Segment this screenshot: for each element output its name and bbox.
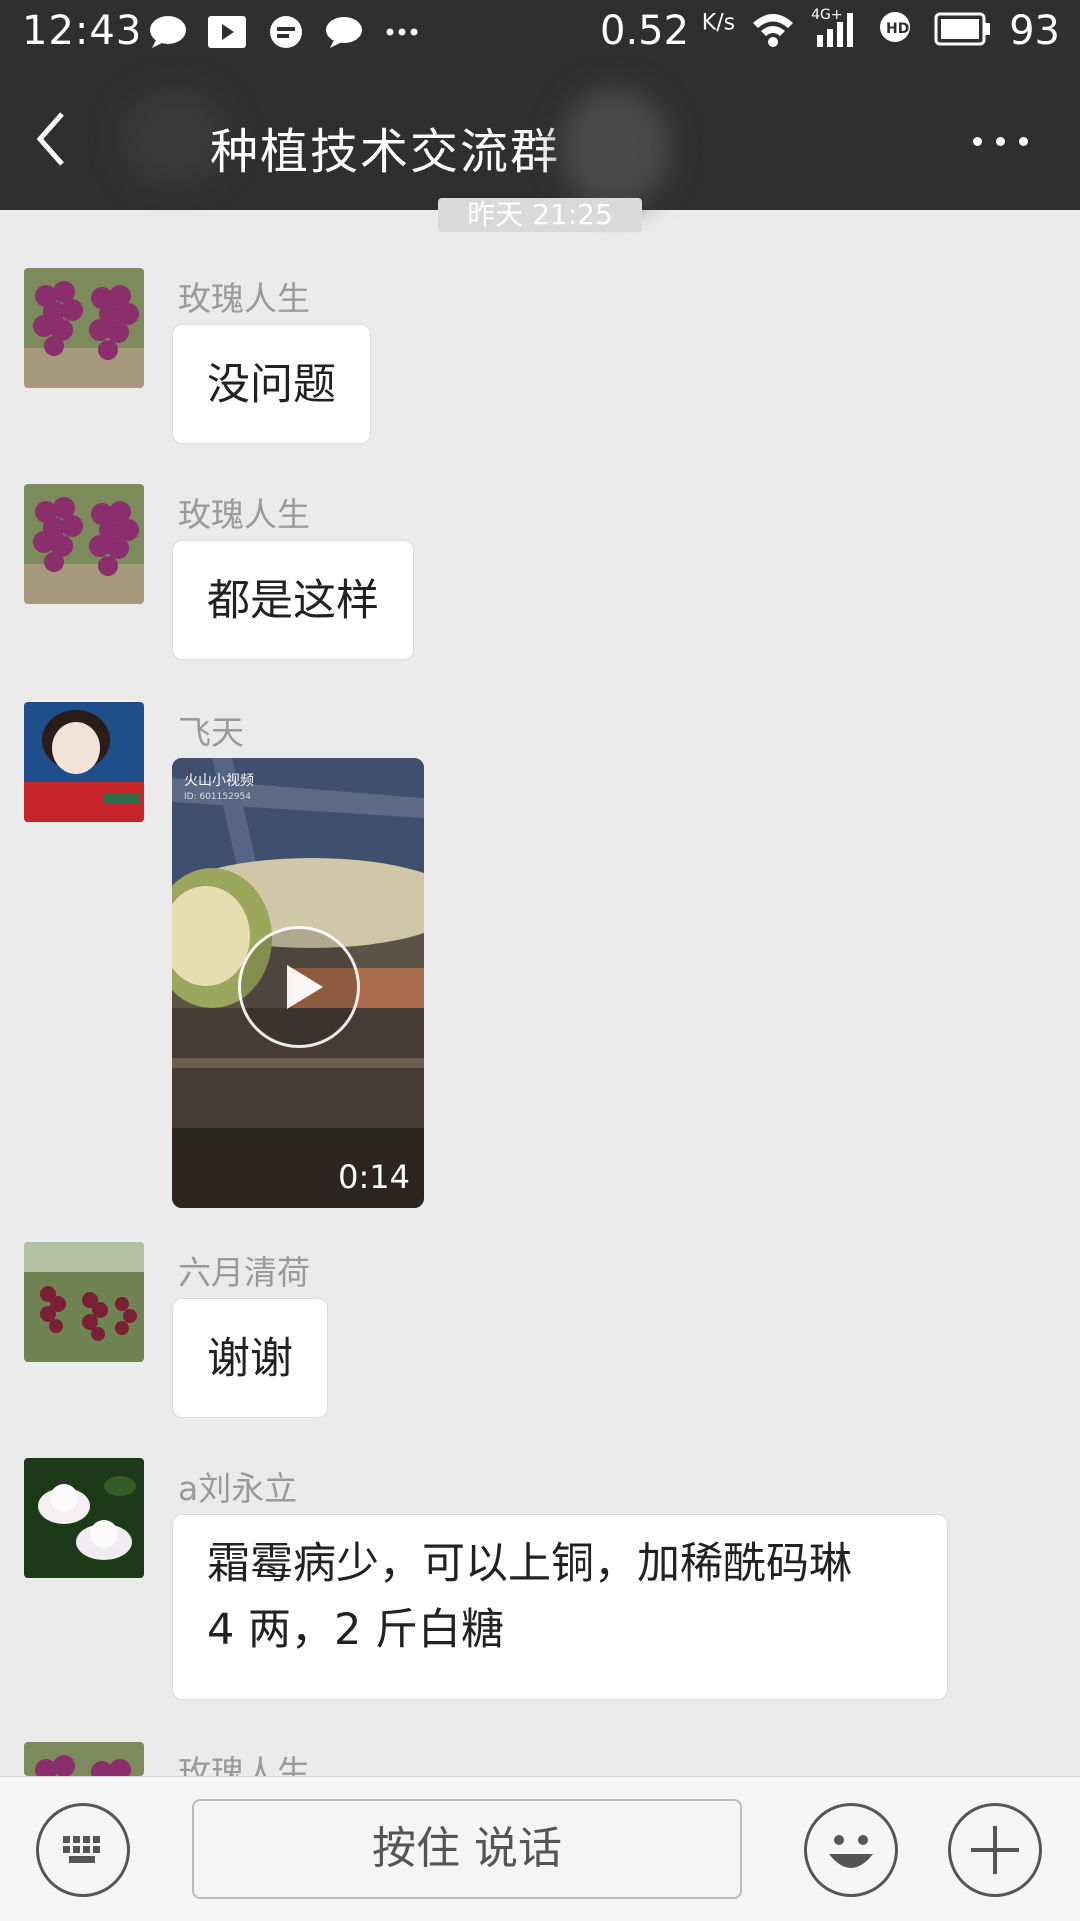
avatar[interactable] [24, 484, 144, 604]
sender-name: 飞天 [178, 713, 244, 752]
keyboard-button[interactable] [36, 1803, 130, 1897]
grapes-avatar [24, 484, 144, 604]
message-bubble[interactable]: 都是这样 [172, 540, 414, 660]
avatar[interactable] [24, 1242, 144, 1362]
status-time: 12:43 [22, 8, 143, 54]
sender-name: 六月清荷 [178, 1253, 310, 1292]
play-icon[interactable] [238, 926, 360, 1048]
network-type-label: 4G+ [811, 7, 843, 23]
more-dots-icon [382, 14, 422, 54]
video-duration: 0:14 [338, 1158, 410, 1196]
lotus-avatar [24, 1458, 144, 1578]
grapes-avatar [24, 268, 144, 388]
wifi-icon [751, 9, 795, 53]
network-speed: 0.52 K/s [600, 8, 735, 54]
sender-name: a刘永立 [178, 1469, 298, 1508]
chat-header: 种植技术交流群 [0, 68, 1080, 210]
woman-avatar [24, 702, 144, 822]
status-bar: 12:43 0.52 K/s 4G+ HD 93 [0, 0, 1080, 68]
svg-text:HD: HD [886, 21, 909, 37]
battery-level: 93 [1009, 8, 1060, 54]
chat-bubble-icon [324, 14, 364, 54]
message-timestamp: 昨天 21:25 [438, 198, 642, 232]
message-bubble[interactable]: 霜霉病少，可以上铜，加稀酰码琳 4 两，2 斤白糖 [172, 1514, 948, 1700]
plus-icon [971, 1826, 1019, 1874]
speed-unit: K/s [701, 10, 736, 36]
back-button[interactable] [30, 104, 90, 174]
system-icons: 0.52 K/s 4G+ HD 93 [600, 7, 1060, 54]
message-row: 玫瑰人生 [0, 1742, 1080, 1776]
speed-value: 0.52 [600, 8, 690, 54]
input-bar: 按住 说话 [0, 1776, 1080, 1921]
sender-name: 玫瑰人生 [178, 1753, 310, 1776]
avatar[interactable] [24, 1742, 144, 1776]
emoji-icon [829, 1835, 873, 1868]
message-icon [266, 14, 306, 54]
avatar[interactable] [24, 268, 144, 388]
chat-bubble-icon [148, 14, 188, 54]
message-bubble[interactable]: 没问题 [172, 324, 371, 444]
grape-vine-avatar [24, 1242, 144, 1362]
emoji-button[interactable] [804, 1803, 898, 1897]
hd-call-icon: HD [877, 9, 917, 53]
avatar[interactable] [24, 1458, 144, 1578]
cell-signal-icon: 4G+ [811, 7, 861, 53]
hold-to-talk-button[interactable]: 按住 说话 [192, 1799, 742, 1899]
notification-icons [148, 14, 422, 54]
more-horizontal-icon [972, 136, 982, 146]
more-actions-button[interactable] [948, 1803, 1042, 1897]
play-icon [206, 14, 248, 54]
sender-name: 玫瑰人生 [178, 495, 310, 534]
message-text-line: 4 两，2 斤白糖 [207, 1605, 505, 1655]
battery-icon [933, 11, 993, 51]
group-title: 种植技术交流群 [210, 124, 561, 180]
message-text-line: 霜霉病少，可以上铜，加稀酰码琳 [207, 1539, 852, 1589]
video-message[interactable]: 火山小视频 ID: 601152954 0:14 [172, 758, 424, 1208]
grapes-avatar [24, 1742, 144, 1776]
keyboard-icon [63, 1836, 100, 1863]
message-bubble[interactable]: 谢谢 [172, 1298, 328, 1418]
back-arrow-icon [36, 112, 64, 166]
avatar[interactable] [24, 702, 144, 822]
sender-name: 玫瑰人生 [178, 279, 310, 318]
video-watermark: 火山小视频 [184, 773, 254, 789]
redaction-blur [560, 88, 670, 208]
video-id: ID: 601152954 [184, 792, 252, 802]
more-button[interactable] [960, 126, 1040, 156]
